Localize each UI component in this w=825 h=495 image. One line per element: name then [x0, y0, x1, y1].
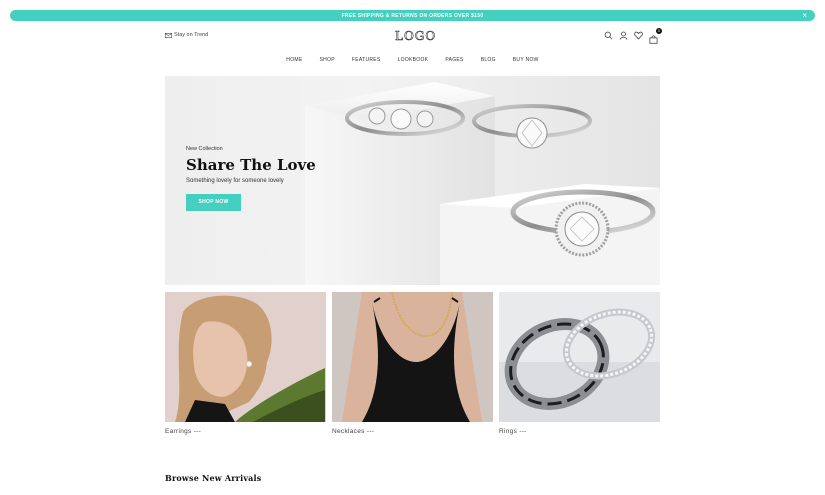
nav-buy-now[interactable]: BUY NOW [513, 57, 539, 63]
announcement-text: FREE SHIPPING & RETURNS ON ORDERS OVER $… [341, 12, 484, 19]
nav-pages[interactable]: PAGES [445, 57, 463, 63]
nav-shop[interactable]: SHOP [320, 57, 335, 63]
category-earrings-label[interactable]: Earrings --- [165, 428, 326, 435]
site-header: Stay on Trend LOGO 0 [165, 28, 662, 46]
shop-now-button[interactable]: SHOP NOW [186, 194, 241, 211]
hero-subtitle: Something lovely for someone lovely [186, 178, 284, 184]
stay-on-trend-link[interactable]: Stay on Trend [165, 32, 208, 38]
cart-button[interactable]: 0 [649, 28, 662, 44]
close-icon[interactable]: × [802, 10, 807, 21]
earrings-image[interactable] [165, 292, 326, 422]
hero-title: Share The Love [186, 156, 316, 174]
heart-icon[interactable] [634, 31, 643, 40]
hero-kicker: New Collection [186, 146, 223, 152]
category-rings[interactable]: Rings --- [499, 292, 660, 435]
site-logo[interactable]: LOGO [395, 29, 436, 44]
stay-on-trend-label: Stay on Trend [174, 32, 209, 38]
nav-blog[interactable]: BLOG [481, 57, 496, 63]
section-title: Browse New Arrivals [165, 473, 262, 483]
mail-icon [165, 32, 172, 38]
user-icon[interactable] [619, 31, 628, 40]
category-rings-label[interactable]: Rings --- [499, 428, 660, 435]
nav-home[interactable]: HOME [286, 57, 302, 63]
bag-icon [649, 35, 658, 44]
main-nav: HOME SHOP FEATURES LOOKBOOK PAGES BLOG B… [165, 57, 660, 63]
category-necklaces[interactable]: Necklaces --- [332, 292, 493, 435]
hero-text: New Collection Share The Love Something … [186, 146, 316, 211]
category-earrings[interactable]: Earrings --- [165, 292, 326, 435]
cart-count-badge: 0 [656, 28, 662, 34]
nav-features[interactable]: FEATURES [352, 57, 381, 63]
nav-lookbook[interactable]: LOOKBOOK [398, 57, 429, 63]
category-necklaces-label[interactable]: Necklaces --- [332, 428, 493, 435]
necklaces-image[interactable] [332, 292, 493, 422]
hero-banner: New Collection Share The Love Something … [165, 76, 660, 285]
announcement-bar: FREE SHIPPING & RETURNS ON ORDERS OVER $… [10, 10, 815, 21]
category-grid: Earrings --- Necklaces --- Rings --- [165, 292, 660, 435]
rings-image[interactable] [499, 292, 660, 422]
search-icon[interactable] [604, 31, 613, 40]
header-icons: 0 [604, 28, 662, 44]
